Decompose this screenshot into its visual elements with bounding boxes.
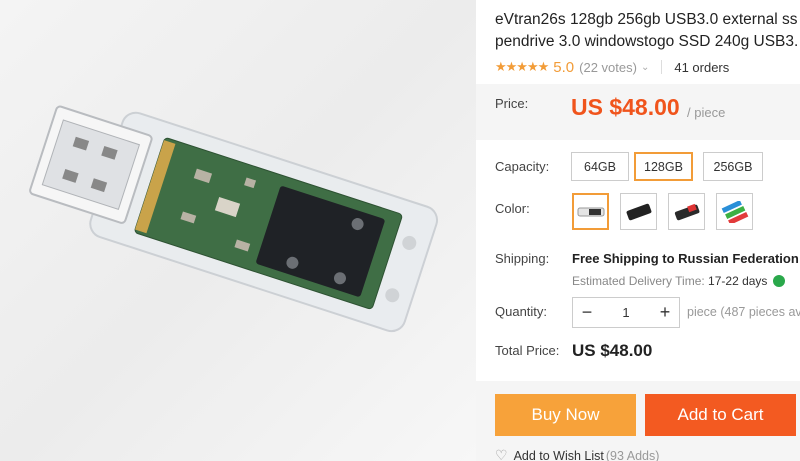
capacity-label: Capacity:: [495, 159, 550, 174]
product-title[interactable]: eVtran26s 128gb 256gb USB3.0 external ss…: [495, 9, 800, 53]
orders-count: 41 orders: [674, 59, 730, 75]
wish-list-count: (93 Adds): [605, 448, 660, 461]
total-price-label: Total Price:: [495, 343, 560, 358]
check-circle-icon: [772, 275, 785, 287]
chevron-down-icon[interactable]: ⌄: [641, 62, 649, 73]
color-swatch-red-black[interactable]: [668, 193, 705, 230]
capacity-option-128gb[interactable]: 128GB: [634, 152, 693, 181]
color-swatch-clear[interactable]: [572, 193, 609, 230]
rating-row: ★★★★★ 5.0 (22 votes) ⌄ 41 orders: [495, 57, 729, 77]
usb-drive-illustration: [29, 105, 439, 333]
heart-icon: ♡: [495, 447, 508, 461]
votes-link[interactable]: (22 votes): [579, 60, 637, 75]
quantity-decrease-button[interactable]: −: [573, 298, 601, 327]
quantity-availability: piece (487 pieces av: [687, 305, 800, 319]
color-swatch-black[interactable]: [620, 193, 657, 230]
estimated-delivery-days: 17-22 days: [708, 274, 768, 288]
buy-now-button[interactable]: Buy Now: [495, 394, 636, 436]
capacity-option-64gb[interactable]: 64GB: [571, 152, 629, 181]
quantity-increase-button[interactable]: +: [651, 298, 679, 327]
shipping-method[interactable]: Free Shipping to Russian Federation: [572, 251, 799, 266]
shipping-label: Shipping:: [495, 251, 550, 266]
action-bar: Buy Now Add to Cart ♡ Add to Wish List (…: [476, 381, 800, 461]
color-label: Color:: [495, 201, 530, 216]
price-value: US $48.00: [571, 94, 680, 120]
add-to-cart-button[interactable]: Add to Cart: [645, 394, 796, 436]
divider: [661, 60, 663, 74]
price-label: Price:: [495, 96, 529, 111]
clear-usb-drive-icon: [577, 207, 604, 216]
multicolor-usb-drives-icon: [721, 200, 748, 223]
rating-value: 5.0: [553, 58, 575, 76]
total-price-value: US $48.00: [572, 341, 653, 360]
red-black-usb-drive-icon: [674, 203, 699, 220]
quantity-input[interactable]: [601, 305, 651, 320]
product-title-line-1: eVtran26s 128gb 256gb USB3.0 external ss: [495, 11, 798, 28]
product-title-line-2: pendrive 3.0 windowstogo SSD 240g USB3.: [495, 33, 799, 50]
capacity-option-256gb[interactable]: 256GB: [703, 152, 763, 181]
product-info-panel: eVtran26s 128gb 256gb USB3.0 external ss…: [476, 0, 800, 461]
add-to-wish-list-link[interactable]: ♡ Add to Wish List (93 Adds): [495, 447, 659, 461]
price-block: Price: US $48.00 / piece: [476, 84, 800, 140]
star-rating-icon: ★★★★★: [495, 59, 549, 74]
wish-list-label: Add to Wish List: [513, 448, 604, 461]
quantity-label: Quantity:: [495, 304, 548, 319]
estimated-delivery: Estimated Delivery Time: 17-22 days: [572, 274, 785, 288]
product-image[interactable]: [0, 0, 476, 461]
price-unit: / piece: [687, 105, 726, 120]
estimated-delivery-label: Estimated Delivery Time:: [572, 274, 705, 288]
color-swatch-multicolor[interactable]: [716, 193, 753, 230]
black-usb-drive-icon: [626, 203, 651, 220]
quantity-stepper: − +: [572, 297, 680, 328]
